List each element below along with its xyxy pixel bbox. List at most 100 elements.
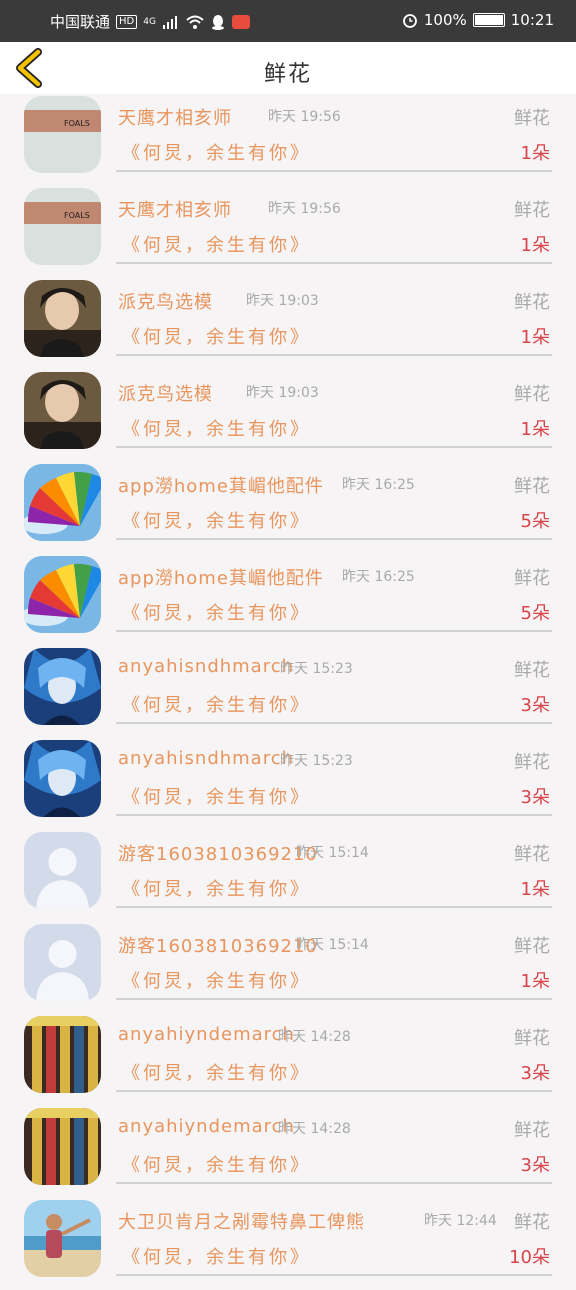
list-item[interactable]: app澇home萁嵋他配件 昨天 16:25 鲜花 《何炅，余生有你》 5朵 [0,554,576,646]
sender-name[interactable]: 游客1603810369210 [118,932,318,958]
list-item[interactable]: FOALS 天鹰才相亥师 昨天 19:56 鲜花 《何炅，余生有你》 1朵 [0,94,576,186]
timestamp: 昨天 15:14 [296,845,369,861]
gift-type: 鲜花 [514,1028,550,1049]
song-title: 《何炅，余生有你》 [122,1155,311,1176]
avatar-default-user-icon [24,832,101,909]
avatar[interactable] [24,924,101,1001]
list-item[interactable]: anyahiyndemarch 昨天 14:28 鲜花 《何炅，余生有你》 3朵 [0,1014,576,1106]
flower-count: 3朵 [520,1155,550,1176]
list-item[interactable]: 大卫贝肯月之剐霉特鼻工俾熊 昨天 12:44 鲜花 《何炅，余生有你》 10朵 [0,1198,576,1290]
avatar[interactable] [24,832,101,909]
list-item[interactable]: 游客1603810369210 昨天 15:14 鲜花 《何炅，余生有你》 1朵 [0,830,576,922]
sender-name[interactable]: 游客1603810369210 [118,840,318,866]
song-title: 《何炅，余生有你》 [122,1063,311,1084]
divider [116,262,552,264]
gift-type: 鲜花 [514,384,550,405]
divider [116,446,552,448]
flower-count: 1朵 [520,971,550,992]
sender-name[interactable]: 派克鸟选模 [118,288,213,314]
divider [116,1274,552,1276]
list-item[interactable]: app澇home萁嵋他配件 昨天 16:25 鲜花 《何炅，余生有你》 5朵 [0,462,576,554]
avatar-striped-items-icon [24,1016,101,1093]
network-type: 4G [143,16,156,27]
flower-count: 1朵 [520,327,550,348]
flower-count: 5朵 [520,603,550,624]
sender-name[interactable]: anyahiyndemarch [118,1024,295,1045]
sender-name[interactable]: 天鹰才相亥师 [118,104,232,130]
song-title: 《何炅，余生有你》 [122,419,311,440]
sender-name[interactable]: app澇home萁嵋他配件 [118,564,324,590]
avatar[interactable] [24,648,101,725]
timestamp: 昨天 19:56 [268,109,341,125]
avatar[interactable] [24,280,101,357]
avatar[interactable] [24,1016,101,1093]
avatar[interactable] [24,556,101,633]
divider [116,722,552,724]
avatar-rainbow-fan-icon [24,556,101,633]
list-item[interactable]: anyahiyndemarch 昨天 14:28 鲜花 《何炅，余生有你》 3朵 [0,1106,576,1198]
avatar[interactable] [24,1200,101,1277]
song-title: 《何炅，余生有你》 [122,327,311,348]
sender-name[interactable]: 大卫贝肯月之剐霉特鼻工俾熊 [118,1208,365,1234]
avatar-beach-girl-icon [24,1200,101,1277]
sender-name[interactable]: anyahisndhmarch [118,656,294,677]
timestamp: 昨天 15:14 [296,937,369,953]
gift-type: 鲜花 [514,292,550,313]
song-title: 《何炅，余生有你》 [122,235,311,256]
timestamp: 昨天 14:28 [278,1029,351,1045]
avatar[interactable]: FOALS [24,188,101,265]
avatar[interactable] [24,372,101,449]
gift-type: 鲜花 [514,844,550,865]
divider [116,170,552,172]
gift-type: 鲜花 [514,568,550,589]
flower-gift-list: FOALS 天鹰才相亥师 昨天 19:56 鲜花 《何炅，余生有你》 1朵 FOALS 天鹰才… [0,94,576,1290]
timestamp: 昨天 19:56 [268,201,341,217]
avatar-striped-items-icon [24,1108,101,1185]
app-notification-icon [231,14,250,29]
sender-name[interactable]: anyahisndhmarch [118,748,294,769]
flower-count: 5朵 [520,511,550,532]
list-item[interactable]: FOALS 天鹰才相亥师 昨天 19:56 鲜花 《何炅，余生有你》 1朵 [0,186,576,278]
avatar[interactable] [24,740,101,817]
clock: 10:21 [510,11,554,29]
list-item[interactable]: 游客1603810369210 昨天 15:14 鲜花 《何炅，余生有你》 1朵 [0,922,576,1014]
sender-name[interactable]: 派克鸟选模 [118,380,213,406]
gift-type: 鲜花 [514,1120,550,1141]
wifi-icon [186,15,204,29]
list-item[interactable]: anyahisndhmarch 昨天 15:23 鲜花 《何炅，余生有你》 3朵 [0,646,576,738]
avatar[interactable] [24,464,101,541]
divider [116,538,552,540]
gift-type: 鲜花 [514,660,550,681]
status-bar: 中国联通 HD 4G 100% 10:21 [0,0,576,42]
flower-count: 1朵 [520,143,550,164]
divider [116,814,552,816]
signal-icon [162,15,177,29]
list-item[interactable]: 派克鸟选模 昨天 19:03 鲜花《何炅，余生有你》 1朵 [0,370,576,462]
song-title: 《何炅，余生有你》 [122,143,311,164]
list-item[interactable]: 派克鸟选模 昨天 19:03 鲜花 《何炅，余生有你》 1朵 [0,278,576,370]
sender-name[interactable]: 天鹰才相亥师 [118,196,232,222]
list-item[interactable]: anyahisndhmarch 昨天 15:23 鲜花 《何炅，余生有你》 3朵 [0,738,576,830]
avatar-anime-blue-icon [24,740,101,817]
timestamp: 昨天 15:23 [280,753,353,769]
divider [116,1182,552,1184]
sender-name[interactable]: anyahiyndemarch [118,1116,295,1137]
avatar-rainbow-fan-icon [24,464,101,541]
timestamp: 昨天 12:44 [424,1213,497,1229]
gift-type: 鲜花 [514,752,550,773]
avatar[interactable]: FOALS [24,96,101,173]
avatar-boy-photo-icon [24,280,101,357]
avatar-tattoo-arm-icon: FOALS [24,96,101,173]
flower-count: 1朵 [520,235,550,256]
avatar[interactable] [24,1108,101,1185]
timestamp: 昨天 19:03 [246,385,319,401]
flower-count: 1朵 [520,879,550,900]
song-title: 《何炅，余生有你》 [122,787,311,808]
timestamp: 昨天 16:25 [342,477,415,493]
flower-count: 1朵 [520,419,550,440]
sender-name[interactable]: app澇home萁嵋他配件 [118,472,324,498]
song-title: 《何炅，余生有你》 [122,1247,311,1268]
avatar-boy-photo-icon [24,372,101,449]
svg-text:FOALS: FOALS [64,211,90,220]
alarm-icon [402,14,417,28]
